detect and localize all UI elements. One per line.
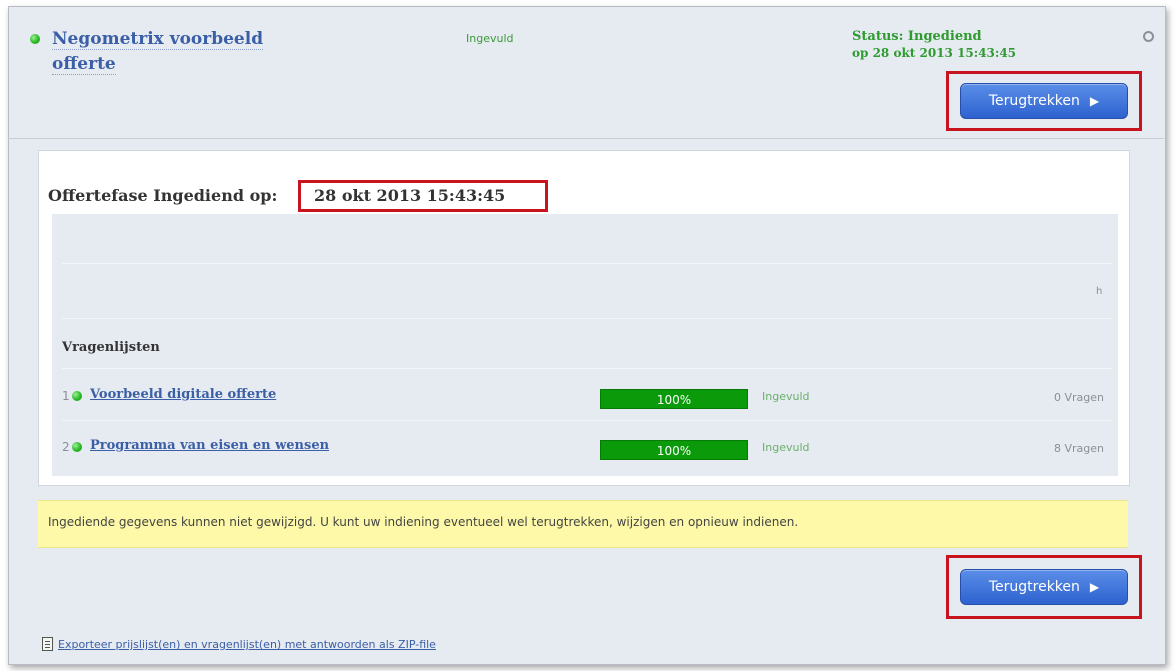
row-divider bbox=[62, 368, 1112, 369]
phase-label: Offertefase Ingediend op: bbox=[48, 186, 278, 205]
questionnaire-status: Ingevuld bbox=[762, 390, 810, 403]
submission-status: Status: Ingediend op 28 okt 2013 15:43:4… bbox=[852, 28, 1016, 62]
questionnaire-number: 2 bbox=[62, 440, 70, 454]
notice-text: Ingediende gegevens kunnen niet gewijzig… bbox=[48, 515, 799, 529]
info-row-text: h bbox=[1096, 286, 1103, 297]
status-dot-icon bbox=[30, 34, 40, 44]
questionnaires-title: Vragenlijsten bbox=[62, 340, 160, 355]
status-label: Status: Ingediend bbox=[852, 29, 982, 44]
questionnaire-status: Ingevuld bbox=[762, 441, 810, 454]
questionnaire-link-1[interactable]: Voorbeeld digitale offerte bbox=[90, 387, 276, 402]
progress-bar-2: 100% bbox=[600, 440, 748, 460]
offer-title-link[interactable]: Negometrix voorbeeld offerte bbox=[52, 27, 302, 77]
export-zip-link[interactable]: Exporteer prijslijst(en) en vragenlijst(… bbox=[58, 638, 436, 651]
row-divider bbox=[62, 318, 1112, 319]
chevron-right-icon: ▶ bbox=[1089, 580, 1100, 594]
withdraw-button-label: Terugtrekken bbox=[988, 93, 1080, 109]
chevron-right-icon: ▶ bbox=[1089, 94, 1100, 108]
progress-bar-1: 100% bbox=[600, 389, 748, 409]
circle-icon[interactable] bbox=[1143, 31, 1154, 42]
withdraw-button-top[interactable]: Terugtrekken ▶ bbox=[960, 83, 1128, 119]
questionnaire-count: 0 Vragen bbox=[1053, 391, 1104, 404]
offer-title: Negometrix voorbeeld offerte bbox=[52, 29, 264, 75]
questionnaire-panel bbox=[52, 214, 1118, 476]
row-divider bbox=[62, 263, 1112, 264]
questionnaire-link-2[interactable]: Programma van eisen en wensen bbox=[90, 438, 329, 453]
questionnaire-count: 8 Vragen bbox=[1053, 442, 1104, 455]
highlight-box-date bbox=[298, 180, 548, 212]
withdraw-button-bottom[interactable]: Terugtrekken ▶ bbox=[960, 569, 1128, 605]
fill-status: Ingevuld bbox=[466, 32, 514, 45]
green-dot-icon bbox=[72, 391, 82, 401]
status-date: op 28 okt 2013 15:43:45 bbox=[852, 46, 1017, 60]
row-divider bbox=[62, 420, 1112, 421]
withdraw-button-label: Terugtrekken bbox=[988, 579, 1080, 595]
divider bbox=[8, 138, 1164, 139]
questionnaire-number: 1 bbox=[62, 389, 70, 403]
green-dot-icon bbox=[72, 442, 82, 452]
document-icon bbox=[42, 637, 53, 651]
